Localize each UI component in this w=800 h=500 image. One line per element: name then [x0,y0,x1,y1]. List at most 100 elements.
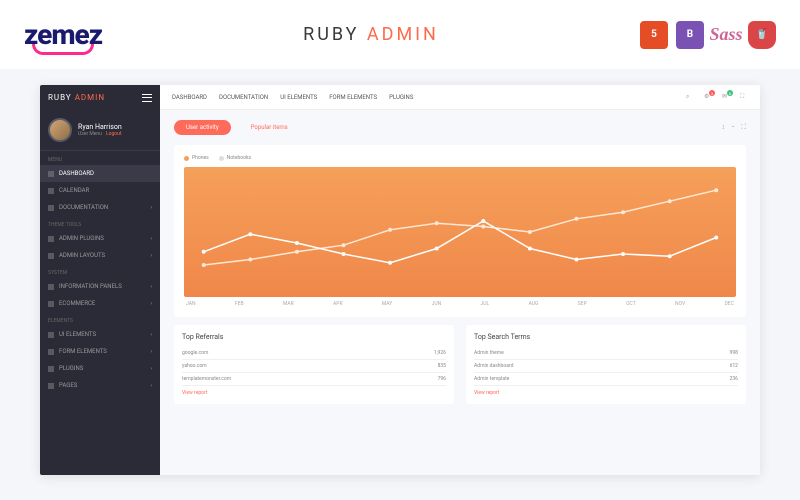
tech-badges: 5 B Sass 🥤 [640,21,776,49]
sidebar-item-calendar[interactable]: CALENDAR [40,182,160,199]
topnav-item-plugins[interactable]: PLUGINS [389,94,413,101]
tab-user-activity[interactable]: User activity [174,120,231,135]
legend-phones[interactable]: Phones [184,155,209,161]
sidebar-section-label: Theme tools [40,216,160,230]
x-tick: JUN [432,301,442,307]
sidebar-section-label: Menu [40,151,160,165]
table-title: Top Referrals [182,333,446,341]
card-collapse-icon[interactable]: − [731,123,735,132]
table-row: Admin dashboard612 [474,360,738,373]
chevron-right-icon: › [150,332,152,338]
nav-icon [48,301,54,307]
bootstrap-badge-icon: B [676,21,704,49]
table-row: templatemonster.com796 [182,373,446,386]
sidebar-item-form-elements[interactable]: FORM ELEMENTS› [40,343,160,360]
chevron-right-icon: › [150,236,152,242]
x-tick: SEP [578,301,587,307]
chevron-right-icon: › [150,205,152,211]
nav-icon [48,284,54,290]
tab-popular-items[interactable]: Popular items [239,120,300,135]
sidebar-item-plugins[interactable]: PLUGINS› [40,360,160,377]
x-tick: DEC [724,301,733,307]
chevron-right-icon: › [150,301,152,307]
html5-badge-icon: 5 [640,21,668,49]
search-icon[interactable]: ⌕ [686,93,694,101]
sidebar-section-label: System [40,264,160,278]
legend-dot-icon [219,156,224,161]
topnav-item-form-elements[interactable]: FORM ELEMENTS [329,94,377,101]
chevron-right-icon: › [150,284,152,290]
nav-icon [48,253,54,259]
sidebar-item-pages[interactable]: PAGES› [40,377,160,394]
x-tick: MAR [283,301,294,307]
expand-icon[interactable]: ⛶ [740,93,748,101]
user-submenu: User MenuLogout [78,131,122,137]
sidebar-item-admin-layouts[interactable]: ADMIN LAYOUTS› [40,247,160,264]
content-area: User activity Popular items ↕ − ⛶ Phones… [160,110,760,475]
chevron-right-icon: › [150,383,152,389]
table-row: Admin theme998 [474,347,738,360]
sidebar-item-information-panels[interactable]: INFORMATION PANELS› [40,278,160,295]
topnav-item-ui-elements[interactable]: UI ELEMENTS [280,94,317,101]
view-report-link[interactable]: View report [474,390,738,396]
table-row: yahoo.com835 [182,360,446,373]
chevron-right-icon: › [150,366,152,372]
topnav-item-dashboard[interactable]: DASHBOARD [172,94,207,101]
view-report-link[interactable]: View report [182,390,446,396]
nav-icon [48,236,54,242]
settings-icon[interactable]: ⚙3 [704,93,712,101]
app-frame: RUBY ADMIN Ryan Harrison User MenuLogout… [40,85,760,475]
nav-icon [48,366,54,372]
x-tick: MAY [382,301,392,307]
x-tick: JAN [186,301,196,307]
gulp-badge-icon: 🥤 [748,21,776,49]
chevron-right-icon: › [150,349,152,355]
nav-icon [48,171,54,177]
user-block[interactable]: Ryan Harrison User MenuLogout [40,110,160,151]
sidebar-item-dashboard[interactable]: DASHBOARD [40,165,160,182]
nav-icon [48,349,54,355]
sass-badge-icon: Sass [712,21,740,49]
sidebar-item-ecommerce[interactable]: ECOMMERCE› [40,295,160,312]
x-axis: JANFEBMARAPRMAYJUNJULAUGSEPOCTNOVDEC [184,297,736,307]
legend-notebooks[interactable]: Notebooks [219,155,251,161]
table-title: Top Search Terms [474,333,738,341]
sidebar-header: RUBY ADMIN [40,85,160,110]
sidebar-item-admin-plugins[interactable]: ADMIN PLUGINS› [40,230,160,247]
product-title: RUBY ADMIN [303,24,439,45]
sidebar-item-documentation[interactable]: DOCUMENTATION› [40,199,160,216]
user-name: Ryan Harrison [78,123,122,131]
legend-dot-icon [184,156,189,161]
topnav-item-documentation[interactable]: DOCUMENTATION [219,94,268,101]
nav-icon [48,205,54,211]
tables-row: Top Referrals google.com1,926yahoo.com83… [174,325,746,404]
table-row: Admin template236 [474,373,738,386]
tab-bar: User activity Popular items ↕ − ⛶ [174,120,746,135]
main-panel: DASHBOARD DOCUMENTATION UI ELEMENTS FORM EL… [160,85,760,475]
avatar [48,118,72,142]
nav-icon [48,332,54,338]
sidebar-section-label: Elements [40,312,160,326]
card-expand-icon[interactable]: ⛶ [741,123,746,132]
logout-link[interactable]: Logout [106,131,122,137]
menu-toggle-icon[interactable] [142,94,152,102]
nav-icon [48,383,54,389]
chart-card: Phones Notebooks JANFEBMARAPRMAYJUNJULAU… [174,145,746,317]
x-tick: NOV [675,301,685,307]
chart-area [184,167,736,297]
top-referrals-table: Top Referrals google.com1,926yahoo.com83… [174,325,454,404]
notifications-icon[interactable]: ✉6 [722,93,730,101]
chart-legend: Phones Notebooks [184,155,736,161]
top-search-table: Top Search Terms Admin theme998Admin das… [466,325,746,404]
x-tick: JUL [481,301,490,307]
card-move-icon[interactable]: ↕ [722,123,726,132]
chevron-right-icon: › [150,253,152,259]
card-actions: ↕ − ⛶ [722,123,746,132]
sidebar-item-ui-elements[interactable]: UI ELEMENTS› [40,326,160,343]
x-tick: APR [333,301,343,307]
hero-banner: zemez RUBY ADMIN 5 B Sass 🥤 [0,0,800,69]
zemez-logo: zemez [24,18,102,51]
nav-icon [48,188,54,194]
app-logo: RUBY ADMIN [48,93,105,102]
table-row: google.com1,926 [182,347,446,360]
